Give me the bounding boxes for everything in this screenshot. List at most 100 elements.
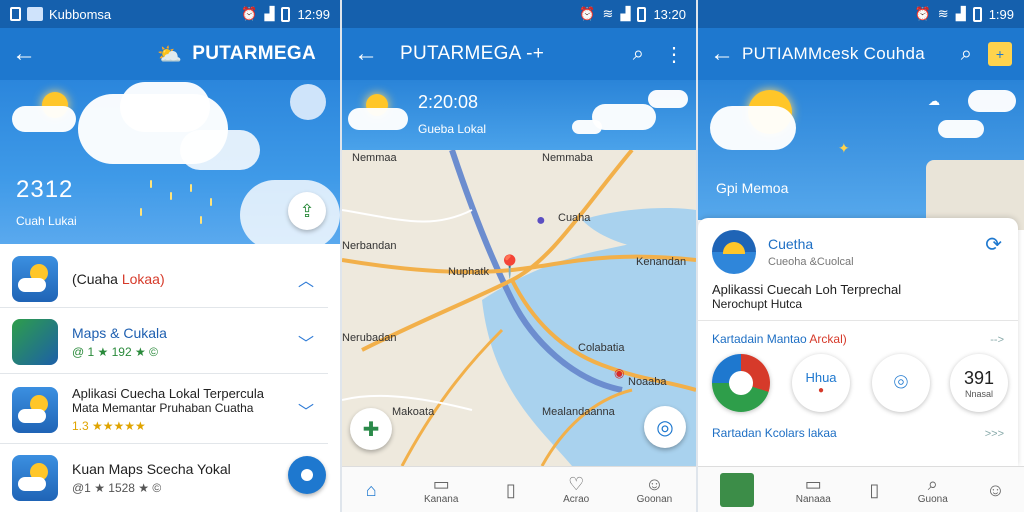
status-bar: Kubbomsa ⏰ ▟ 12:99 — [0, 0, 340, 28]
app-card: Cuetha Cueoha &Cuolcal ⟳ Aplikassi Cueca… — [698, 218, 1018, 466]
battery-icon — [637, 6, 647, 22]
search-icon[interactable]: ⌕ — [633, 43, 644, 66]
nav-search[interactable]: ⌕ Guona — [918, 474, 948, 505]
app-list: (Cuaha Lokaa) ︿ Maps & Cukala @ 1 ★ 192 … — [0, 244, 340, 512]
nav-thumbnail[interactable] — [717, 472, 757, 507]
map-label: Nemmaa — [352, 152, 397, 164]
stat-widget[interactable]: 391 Nnasal — [950, 354, 1008, 412]
map-label: Nerbandan — [342, 240, 397, 252]
item-rating: @ 1 ★ 192 ★ © — [72, 344, 158, 359]
search-icon: ⌕ — [927, 474, 938, 494]
screen-weather-list: Kubbomsa ⏰ ▟ 12:99 ← ⛅ PUTARMEGA 2312 Cu… — [0, 0, 340, 512]
nav-bookmark[interactable]: ▯ — [869, 480, 879, 500]
chevron-down-icon[interactable]: ﹀ — [298, 398, 314, 422]
map-label: Noaaba — [628, 376, 667, 388]
app-bar: ← PUTARMEGA -+ ⌕ ⋮ — [342, 28, 696, 80]
item-title-highlight: Lokaa) — [121, 270, 165, 287]
nav-kanana[interactable]: ▭ Kanana — [424, 474, 458, 505]
section-more[interactable]: --> — [990, 334, 1004, 346]
share-button[interactable]: ⇪ — [288, 192, 326, 230]
star-icon: ✦ — [838, 140, 850, 156]
dot-icon: ● — [817, 385, 825, 396]
weather-badge-icon — [290, 84, 326, 120]
hero-location: Gpi Memoa — [716, 180, 789, 196]
item-subtitle: Mata Memantar Pruhaban Cuatha — [72, 401, 254, 415]
map-label: Kenandan — [636, 256, 687, 268]
plus-icon[interactable]: + — [988, 42, 1012, 66]
back-arrow-icon[interactable]: ← — [354, 40, 382, 68]
image-icon — [27, 7, 43, 21]
thumbnail-image — [720, 472, 755, 507]
status-bar: ⏰ ≋ ▟ 1:99 — [698, 0, 1024, 28]
map-label: Makoata — [392, 406, 435, 418]
status-time: 12:99 — [297, 6, 330, 22]
alarm-icon: ⏰ — [914, 6, 931, 21]
bottom-nav: ▭ Nanaaa ▯ ⌕ Guona ☺ — [698, 466, 1024, 512]
directions-button[interactable]: ✚ — [350, 408, 392, 450]
home-icon: ⌂ — [365, 479, 377, 500]
status-bar: ⏰ ≋ ▟ 13:20 — [342, 0, 696, 28]
hero-location: Cuah Lukai — [16, 214, 77, 228]
more-vert-icon[interactable]: ⋮ — [664, 42, 684, 67]
app-name: Cuetha — [768, 236, 814, 252]
nav-nanaaa[interactable]: ▭ Nanaaa — [796, 474, 831, 505]
back-arrow-icon[interactable]: ← — [710, 40, 738, 68]
nav-home[interactable]: ⌂ — [366, 480, 377, 500]
bottom-nav: ⌂ ▭ Kanana ▯ ♡ Acrao ☺ Goonan — [342, 466, 696, 512]
pin-icon: ⌾ — [893, 369, 909, 396]
hero-temperature: 2312 — [16, 176, 74, 203]
status-time: 13:20 — [653, 6, 686, 22]
chevron-up-icon[interactable]: ︿ — [298, 267, 314, 291]
map-label: Colabatia — [578, 342, 625, 354]
stat-value: 391 — [963, 367, 995, 388]
maps-app-icon — [12, 318, 58, 365]
app-title: PUTIAMMcesk Couhda — [742, 44, 926, 63]
battery-icon — [281, 6, 291, 22]
map-view[interactable]: Nemmaa Nemmaba Cuaha Nerbandan Nuphatk K… — [342, 150, 696, 466]
app-logo — [712, 230, 756, 274]
section-title: Kartadain Mantao Arckal) — [712, 332, 847, 346]
list-item[interactable]: Kuan Maps Scecha Yokal @1 ★ 1528 ★ © — [0, 446, 328, 510]
back-arrow-icon[interactable]: ← — [12, 40, 40, 68]
weather-hero: 2312 Cuah Lukai ⇪ — [0, 80, 340, 244]
cloud-icon — [348, 108, 408, 130]
pie-widget[interactable] — [712, 354, 770, 412]
location-pin-icon[interactable]: 📍 — [496, 254, 523, 280]
weather-app-icon — [12, 386, 58, 433]
nav-favorites[interactable]: ♡ Acrao — [563, 474, 589, 505]
my-location-button[interactable]: ◎ — [644, 406, 686, 448]
list-item[interactable]: Maps & Cukala @ 1 ★ 192 ★ © ﹀ — [0, 310, 328, 374]
app-bar: ← PUTIAMMcesk Couhda ⌕ + — [698, 28, 1024, 80]
nav-profile[interactable]: ☺ Goonan — [637, 474, 673, 505]
map-widget[interactable]: Hhua ● — [792, 354, 850, 412]
battery-icon — [972, 6, 982, 22]
location-widget[interactable]: ⌾ — [872, 354, 930, 412]
strip-time: 2:20:08 — [418, 92, 479, 112]
card-header: Cuetha Cueoha &Cuolcal — [712, 230, 854, 274]
signal-icon: ▟ — [955, 6, 966, 21]
app-title: PUTARMEGA -+ — [400, 43, 545, 64]
record-button[interactable] — [288, 456, 326, 494]
section-more[interactable]: >>> — [985, 428, 1004, 440]
chevron-down-icon[interactable]: ﹀ — [298, 330, 314, 354]
map-label: Nerubadan — [342, 332, 397, 344]
map-canvas — [342, 150, 696, 466]
app-description: Aplikassi Cuecah Loh Terprechal Nerochup… — [712, 282, 902, 311]
poi-marker-icon[interactable]: ◉ — [614, 366, 624, 380]
bookmark-icon: ▯ — [869, 479, 880, 500]
phone-icon — [10, 7, 21, 21]
stat-caption: Nnasal — [964, 388, 993, 399]
alarm-icon: ⏰ — [579, 6, 596, 21]
refresh-icon[interactable]: ⟳ — [985, 232, 1002, 257]
poi-pin-icon[interactable]: ● — [536, 212, 546, 230]
search-icon[interactable]: ⌕ — [961, 43, 972, 66]
item-title: Aplikasi Cuecha Lokal Terpercula — [72, 386, 264, 401]
nav-profile[interactable]: ☺ — [986, 480, 1004, 500]
nav-bookmark[interactable]: ▯ — [506, 480, 516, 500]
list-item[interactable]: (Cuaha Lokaa) ︿ — [0, 250, 328, 308]
screen-map: ⏰ ≋ ▟ 13:20 ← PUTARMEGA -+ ⌕ ⋮ 2:20:08 G… — [342, 0, 696, 512]
cloud-icon — [12, 106, 76, 132]
list-item[interactable]: Aplikasi Cuecha Lokal Terpercula Mata Me… — [0, 376, 328, 444]
map-label: Cuaha — [558, 212, 591, 224]
note-icon: ▭ — [432, 474, 450, 494]
